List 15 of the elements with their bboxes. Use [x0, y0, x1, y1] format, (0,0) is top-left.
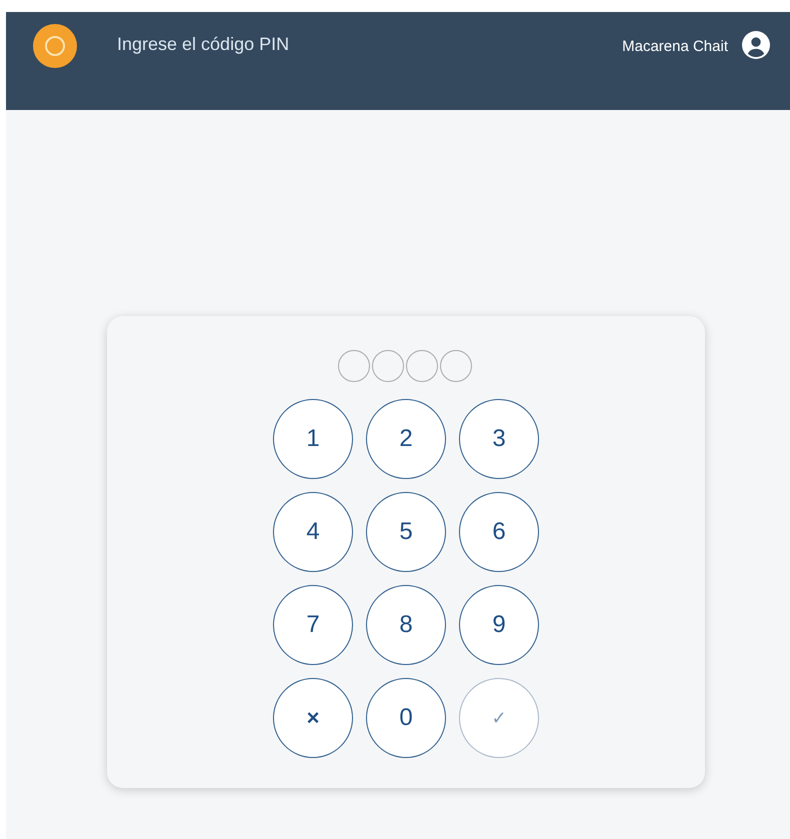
- digit-key[interactable]: 7: [273, 585, 353, 665]
- page-title: Ingrese el código PIN: [117, 34, 290, 55]
- digit-key[interactable]: 3: [459, 399, 539, 479]
- digit-key[interactable]: 2: [366, 399, 446, 479]
- digit-key[interactable]: 6: [459, 492, 539, 572]
- user-name: Macarena Chait: [622, 38, 728, 55]
- digit-key[interactable]: 5: [366, 492, 446, 572]
- digit-key[interactable]: 9: [459, 585, 539, 665]
- logo-icon: [33, 24, 77, 68]
- digit-key[interactable]: 4: [273, 492, 353, 572]
- clear-key[interactable]: ×: [273, 678, 353, 758]
- digit-key[interactable]: 8: [366, 585, 446, 665]
- user-icon[interactable]: [742, 31, 770, 59]
- digit-key[interactable]: 0: [366, 678, 446, 758]
- digit-key[interactable]: 1: [273, 399, 353, 479]
